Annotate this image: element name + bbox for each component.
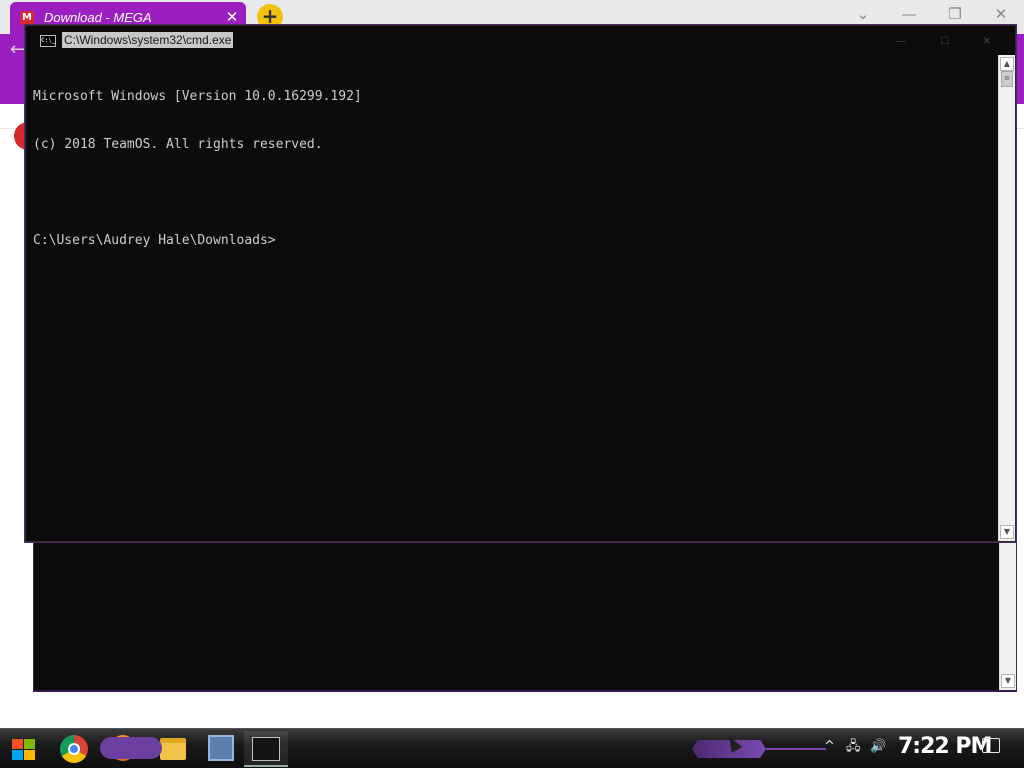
back-arrow-icon[interactable]: ← (10, 40, 25, 60)
chrome-icon[interactable] (60, 735, 88, 763)
folder-icon[interactable] (160, 738, 186, 760)
start-logo-yellow (24, 750, 35, 760)
cmd-title-bar[interactable]: C:\_ C:\Windows\system32\cmd.exe — ☐ ✕ (26, 26, 1015, 55)
scroll-up-button[interactable]: ▲ (1000, 57, 1014, 71)
tab-close-icon[interactable]: ✕ (224, 8, 240, 26)
scroll-down-button[interactable]: ▼ (1001, 674, 1015, 688)
tray-chevron-icon[interactable]: ^ (824, 738, 835, 756)
taskbar-clock[interactable]: 7:22 PM (898, 733, 992, 761)
cmd-window[interactable]: C:\_ C:\Windows\system32\cmd.exe — ☐ ✕ M… (25, 25, 1016, 542)
console-output[interactable]: Microsoft Windows [Version 10.0.16299.19… (26, 55, 998, 541)
start-logo-green (24, 739, 35, 749)
start-logo-blue (12, 750, 23, 760)
scroll-down-button[interactable]: ▼ (1000, 525, 1014, 539)
cmd-maximize-button[interactable]: ☐ (926, 33, 964, 51)
background-console-window[interactable]: ▼ (33, 540, 1017, 692)
minimize-button[interactable]: — (898, 4, 920, 24)
chevron-down-icon[interactable]: ⌄ (852, 4, 874, 24)
cmd-taskbar-active-indicator (244, 731, 288, 767)
control-panel-icon[interactable] (208, 735, 234, 761)
chrome-icon-center (68, 743, 80, 755)
console-prompt[interactable]: C:\Users\Audrey Hale\Downloads> (33, 233, 991, 249)
tab-title: Download - MEGA (44, 10, 152, 25)
cmd-icon: C:\_ (40, 35, 56, 47)
scroll-thumb[interactable]: ≡ (1001, 71, 1013, 87)
mega-icon: M (20, 11, 34, 25)
taskbar-purple-line (766, 748, 826, 750)
background-console-scrollbar[interactable]: ▼ (999, 540, 1016, 690)
cmd-minimize-button[interactable]: — (882, 33, 920, 51)
console-line: Microsoft Windows [Version 10.0.16299.19… (33, 89, 362, 104)
cmd-scrollbar[interactable]: ▲ ≡ ▼ (998, 55, 1015, 541)
volume-icon[interactable]: 🔊 (870, 738, 886, 756)
notification-icon[interactable] (982, 738, 1000, 753)
restore-button[interactable]: ❐ (944, 4, 966, 24)
cmd-close-button[interactable]: ✕ (968, 33, 1006, 51)
start-icon[interactable] (8, 735, 38, 763)
console-line: (c) 2018 TeamOS. All rights reserved. (33, 137, 323, 152)
close-button[interactable]: ✕ (990, 4, 1012, 24)
network-icon[interactable]: 🖧 (846, 738, 861, 756)
cmd-window-title: C:\Windows\system32\cmd.exe (62, 32, 234, 48)
start-logo-red (12, 739, 23, 749)
taskbar-pill-decor (100, 737, 162, 759)
